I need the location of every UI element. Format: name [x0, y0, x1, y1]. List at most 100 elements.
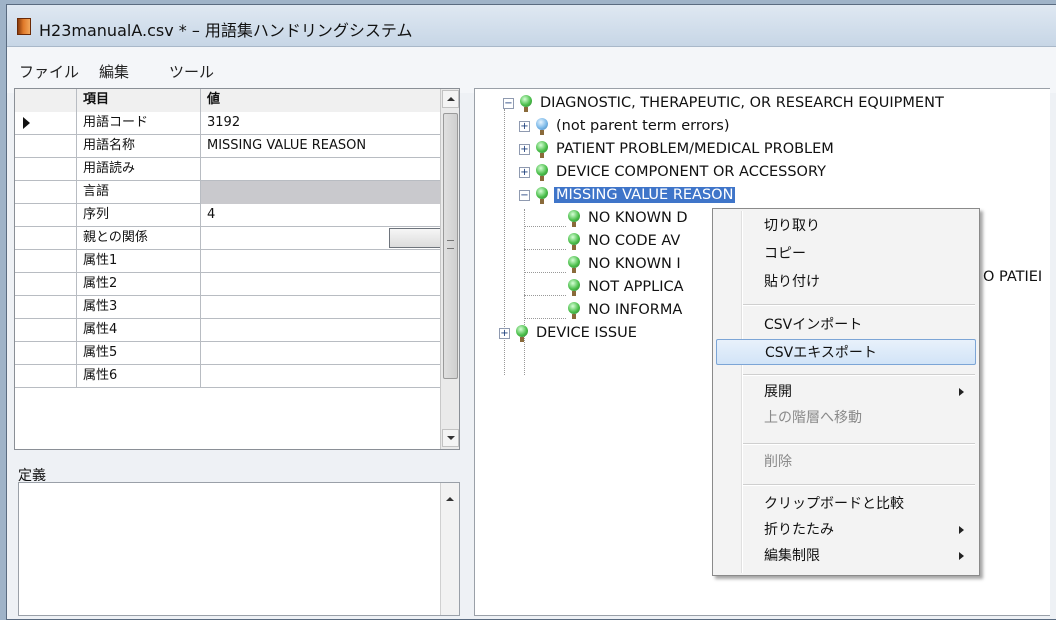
field-value[interactable] — [201, 250, 441, 273]
table-row[interactable]: 親との関係 — [15, 227, 441, 250]
table-row[interactable]: 属性6 — [15, 365, 441, 388]
table-row[interactable]: 用語名称 MISSING VALUE REASON — [15, 135, 441, 158]
column-header-field[interactable]: 項目 — [77, 89, 201, 112]
field-value[interactable] — [201, 273, 441, 296]
context-menu: 切り取り コピー 貼り付け CSVインポート CSVエキスポート 展開 上の階層… — [712, 208, 980, 576]
field-value[interactable] — [201, 296, 441, 319]
tree-node-root[interactable]: − DIAGNOSTIC, THERAPEUTIC, OR RESEARCH E… — [475, 94, 1050, 114]
row-selector[interactable] — [15, 273, 77, 296]
tree-node[interactable]: NOT APPLICA — [475, 278, 715, 298]
tree-node[interactable]: NO KNOWN I — [475, 255, 715, 275]
title-bar[interactable]: H23manualA.csv * – 用語集ハンドリングシステム — [7, 5, 1056, 47]
menu-item-cut[interactable]: 切り取り — [716, 213, 976, 239]
field-value[interactable]: MISSING VALUE REASON — [201, 135, 441, 158]
menu-item-compare-clipboard[interactable]: クリップボードと比較 — [716, 491, 976, 517]
node-bulb-icon — [568, 302, 580, 319]
tree-node[interactable]: + (not parent term errors) — [475, 117, 875, 137]
grid-scrollbar[interactable] — [440, 89, 459, 449]
menu-tools[interactable]: ツール — [169, 61, 214, 82]
field-name: 序列 — [77, 204, 201, 227]
row-selector[interactable] — [15, 319, 77, 342]
table-row[interactable]: 属性1 — [15, 250, 441, 273]
tree-node-selected[interactable]: − MISSING VALUE REASON — [475, 186, 875, 206]
menu-item-delete[interactable]: 削除 — [716, 449, 976, 475]
tree-node[interactable]: NO CODE AV — [475, 232, 715, 252]
node-bulb-icon — [568, 233, 580, 250]
menu-item-paste[interactable]: 貼り付け — [716, 269, 976, 295]
table-row[interactable]: 属性2 — [15, 273, 441, 296]
menu-item-edit-restriction[interactable]: 編集制限 — [716, 543, 976, 569]
node-label: NO INFORMA — [588, 302, 683, 318]
definition-scrollbar[interactable] — [440, 483, 459, 615]
field-value[interactable]: 3192 — [201, 112, 441, 135]
row-selector[interactable] — [15, 181, 77, 204]
relation-dropdown[interactable] — [389, 228, 440, 248]
field-value[interactable] — [201, 158, 441, 181]
node-label: NOT APPLICA — [588, 279, 684, 295]
node-bulb-icon — [516, 325, 528, 342]
menu-separator — [743, 374, 975, 376]
row-selector[interactable] — [15, 365, 77, 388]
field-value[interactable] — [201, 181, 441, 204]
row-selector[interactable] — [15, 342, 77, 365]
row-selector[interactable] — [15, 135, 77, 158]
menu-item-move-up-level[interactable]: 上の階層へ移動 — [716, 405, 976, 431]
field-value[interactable] — [201, 227, 441, 250]
field-name: 属性3 — [77, 296, 201, 319]
node-bulb-icon — [568, 256, 580, 273]
submenu-arrow-icon — [959, 526, 964, 534]
menu-item-label: 展開 — [764, 384, 792, 400]
field-value[interactable] — [201, 365, 441, 388]
tree-node[interactable]: NO KNOWN D — [475, 209, 715, 229]
field-value[interactable] — [201, 342, 441, 365]
menu-item-collapse[interactable]: 折りたたみ — [716, 517, 976, 543]
tree-node[interactable]: + DEVICE COMPONENT OR ACCESSORY — [475, 163, 975, 183]
menu-item-expand[interactable]: 展開 — [716, 379, 976, 405]
table-row[interactable]: 用語読み — [15, 158, 441, 181]
menu-item-csv-import[interactable]: CSVインポート — [716, 312, 976, 338]
scroll-up-icon[interactable] — [442, 491, 459, 509]
field-name: 属性5 — [77, 342, 201, 365]
row-selector[interactable] — [15, 112, 77, 135]
table-row[interactable]: 属性4 — [15, 319, 441, 342]
table-row[interactable]: 属性5 — [15, 342, 441, 365]
column-header-value[interactable]: 値 — [201, 89, 441, 112]
collapse-icon[interactable]: − — [519, 190, 530, 201]
table-row[interactable]: 属性3 — [15, 296, 441, 319]
row-selector[interactable] — [15, 158, 77, 181]
submenu-arrow-icon — [959, 388, 964, 396]
menu-edit[interactable]: 編集 — [99, 61, 129, 82]
row-selector[interactable] — [15, 296, 77, 319]
field-value[interactable]: 4 — [201, 204, 441, 227]
row-selector[interactable] — [15, 227, 77, 250]
collapse-icon[interactable]: − — [503, 98, 514, 109]
tree-node[interactable]: + PATIENT PROBLEM/MEDICAL PROBLEM — [475, 140, 975, 160]
grid-header-row: 項目 値 — [15, 89, 441, 112]
field-name: 用語名称 — [77, 135, 201, 158]
expand-icon[interactable]: + — [519, 167, 530, 178]
table-row[interactable]: 序列 4 — [15, 204, 441, 227]
app-icon — [17, 18, 31, 35]
field-name: 用語読み — [77, 158, 201, 181]
table-row[interactable]: 言語 — [15, 181, 441, 204]
field-value[interactable] — [201, 319, 441, 342]
expand-icon[interactable]: + — [499, 328, 510, 339]
menu-item-copy[interactable]: コピー — [716, 241, 976, 267]
row-selector[interactable] — [15, 204, 77, 227]
node-bulb-icon — [536, 141, 548, 158]
scroll-thumb[interactable] — [443, 113, 458, 379]
row-selector[interactable] — [15, 250, 77, 273]
tree-node[interactable]: + DEVICE ISSUE — [475, 324, 715, 344]
expand-icon[interactable]: + — [519, 121, 530, 132]
definition-textarea[interactable] — [18, 482, 460, 616]
menu-file[interactable]: ファイル — [19, 61, 79, 82]
table-row[interactable]: 用語コード 3192 — [15, 112, 441, 135]
scroll-down-icon[interactable] — [442, 429, 459, 447]
menu-item-csv-export[interactable]: CSVエキスポート — [716, 339, 976, 365]
scroll-up-icon[interactable] — [442, 90, 459, 108]
tree-node[interactable]: NO INFORMA — [475, 301, 715, 321]
node-bulb-icon — [536, 187, 548, 204]
node-label: PATIENT PROBLEM/MEDICAL PROBLEM — [556, 141, 834, 157]
expand-icon[interactable]: + — [519, 144, 530, 155]
property-grid: 項目 値 用語コード 3192 用語名称 MISSING VALUE REASO… — [14, 88, 460, 450]
